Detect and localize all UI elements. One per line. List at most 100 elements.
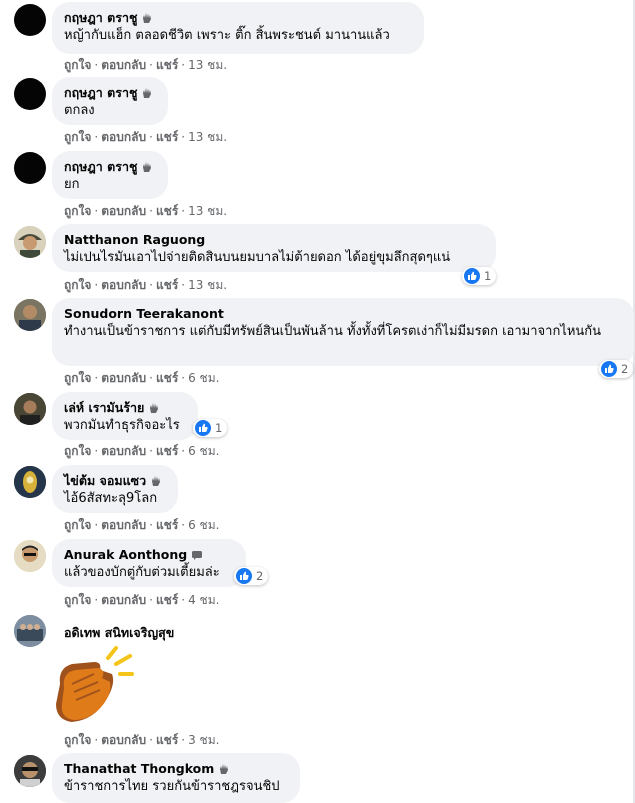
comment-time[interactable]: 6 ชม. bbox=[188, 518, 219, 532]
comment-text: ไม่เปนไรมันเอาไปจ่ายติดสินบนยมบาลไม่ต้าย… bbox=[64, 250, 451, 265]
reply-link[interactable]: ตอบกลับ bbox=[101, 518, 146, 532]
reaction-count[interactable]: 2 bbox=[599, 360, 634, 378]
avatar[interactable] bbox=[14, 540, 46, 572]
like-link[interactable]: ถูกใจ bbox=[64, 444, 91, 458]
avatar[interactable] bbox=[14, 299, 46, 331]
avatar[interactable] bbox=[14, 4, 46, 36]
avatar-image bbox=[14, 226, 46, 258]
clapping-hands-sticker[interactable] bbox=[50, 644, 134, 726]
comment-bubble: กฤษฎา ตราชู หญ้ากับแฮ็ก ตลอดชีวิต เพราะ … bbox=[52, 2, 424, 54]
commenter-name[interactable]: กฤษฎา ตราชู bbox=[64, 158, 137, 175]
share-link[interactable]: แชร์ bbox=[156, 733, 178, 747]
comment-text: หญ้ากับแฮ็ก ตลอดชีวิต เพราะ ติ๊ก สิ้นพระ… bbox=[64, 28, 390, 43]
comment-bubble: ไข่ต้ม จอมแซว ไอ้6สัสทะลุ9โลก bbox=[52, 465, 178, 513]
comment-bubble: Natthanon Raguong ไม่เปนไรมันเอาไปจ่ายติ… bbox=[52, 224, 496, 272]
comment-text: ข้าราชการไทย รวยกันข้าราชฎรจนชิป bbox=[64, 779, 280, 794]
reply-link[interactable]: ตอบกลับ bbox=[101, 58, 146, 72]
comment-bubble: เล่ห์ เรามันร้าย พวกมันทำธุรกิจอะไร bbox=[52, 392, 198, 440]
comment-time[interactable]: 4 ชม. bbox=[188, 593, 219, 607]
comment-text: ตกลง bbox=[64, 103, 95, 118]
comment-text: พวกมันทำธุรกิจอะไร bbox=[64, 418, 180, 433]
like-icon bbox=[195, 420, 211, 436]
comment-actions: ถูกใจ · ตอบกลับ · แชร์ · 6 ชม. bbox=[64, 518, 220, 532]
reaction-count[interactable]: 1 bbox=[193, 419, 228, 437]
comment-actions: ถูกใจ · ตอบกลับ · แชร์ · 6 ชม. bbox=[64, 444, 220, 458]
comment-bubble: กฤษฎา ตราชู ยก bbox=[52, 151, 168, 199]
comment-actions: ถูกใจ · ตอบกลับ · แชร์ · 13 ชม. bbox=[64, 204, 228, 218]
comment-text: แล้วของบักตู่กับต่วมเตี้ยมล่ะ bbox=[64, 565, 220, 580]
commenter-name[interactable]: กฤษฎา ตราชู bbox=[64, 9, 137, 26]
commenter-name[interactable]: Anurak Aonthong bbox=[64, 546, 187, 563]
avatar[interactable] bbox=[14, 466, 46, 498]
commenter-name[interactable]: Sonudorn Teerakanont bbox=[64, 305, 224, 322]
commenter-name[interactable]: Natthanon Raguong bbox=[64, 231, 205, 248]
avatar-image bbox=[14, 540, 46, 572]
waving-hand-icon bbox=[143, 161, 152, 172]
share-link[interactable]: แชร์ bbox=[156, 518, 178, 532]
avatar[interactable] bbox=[14, 393, 46, 425]
share-link[interactable]: แชร์ bbox=[156, 204, 178, 218]
avatar[interactable] bbox=[14, 226, 46, 258]
share-link[interactable]: แชร์ bbox=[156, 593, 178, 607]
reply-link[interactable]: ตอบกลับ bbox=[101, 371, 146, 385]
commenter-name[interactable]: อดิเทพ สนิทเจริญสุข bbox=[64, 624, 174, 641]
comment-text: ยก bbox=[64, 177, 80, 192]
like-link[interactable]: ถูกใจ bbox=[64, 204, 91, 218]
avatar-image bbox=[14, 615, 46, 647]
reply-link[interactable]: ตอบกลับ bbox=[101, 130, 146, 144]
like-link[interactable]: ถูกใจ bbox=[64, 371, 91, 385]
waving-hand-icon bbox=[152, 475, 161, 486]
commenter-name[interactable]: เล่ห์ เรามันร้าย bbox=[64, 399, 144, 416]
avatar-image bbox=[14, 466, 46, 498]
comment-time[interactable]: 6 ชม. bbox=[188, 371, 219, 385]
comment-actions: ถูกใจ · ตอบกลับ · แชร์ · 6 ชม. bbox=[64, 371, 220, 385]
reply-link[interactable]: ตอบกลับ bbox=[101, 444, 146, 458]
like-link[interactable]: ถูกใจ bbox=[64, 130, 91, 144]
comment-bubble: กฤษฎา ตราชู ตกลง bbox=[52, 77, 168, 125]
commenter-name[interactable]: ไข่ต้ม จอมแซว bbox=[64, 472, 146, 489]
avatar-image bbox=[14, 755, 46, 787]
like-icon bbox=[236, 568, 252, 584]
comment-bubble: Anurak Aonthong แล้วของบักตู่กับต่วมเตี้… bbox=[52, 539, 246, 587]
waving-hand-icon bbox=[143, 12, 152, 23]
comment-time[interactable]: 3 ชม. bbox=[188, 733, 219, 747]
comment-time[interactable]: 13 ชม. bbox=[188, 58, 227, 72]
comment-actions: ถูกใจ · ตอบกลับ · แชร์ · 13 ชม. bbox=[64, 130, 228, 144]
share-link[interactable]: แชร์ bbox=[156, 371, 178, 385]
commenter-name[interactable]: Thanathat Thongkom bbox=[64, 760, 214, 777]
like-link[interactable]: ถูกใจ bbox=[64, 593, 91, 607]
chat-badge-icon bbox=[192, 550, 203, 560]
reaction-count[interactable]: 1 bbox=[462, 267, 497, 285]
reply-link[interactable]: ตอบกลับ bbox=[101, 204, 146, 218]
like-link[interactable]: ถูกใจ bbox=[64, 733, 91, 747]
waving-hand-icon bbox=[143, 87, 152, 98]
comment-time[interactable]: 6 ชม. bbox=[188, 444, 219, 458]
comment-time[interactable]: 13 ชม. bbox=[188, 204, 227, 218]
share-link[interactable]: แชร์ bbox=[156, 130, 178, 144]
share-link[interactable]: แชร์ bbox=[156, 58, 178, 72]
avatar[interactable] bbox=[14, 152, 46, 184]
share-link[interactable]: แชร์ bbox=[156, 278, 178, 292]
avatar[interactable] bbox=[14, 755, 46, 787]
reply-link[interactable]: ตอบกลับ bbox=[101, 733, 146, 747]
share-link[interactable]: แชร์ bbox=[156, 444, 178, 458]
comment-text: ทำงานเป็นข้าราชการ แต่กับมีทรัพย์สินเป็น… bbox=[64, 324, 602, 339]
reply-link[interactable]: ตอบกลับ bbox=[101, 593, 146, 607]
comment-bubble: Thanathat Thongkom ข้าราชการไทย รวยกันข้… bbox=[52, 753, 300, 803]
reaction-count[interactable]: 2 bbox=[234, 567, 269, 585]
commenter-name[interactable]: กฤษฎา ตราชู bbox=[64, 84, 137, 101]
avatar-image bbox=[14, 393, 46, 425]
avatar[interactable] bbox=[14, 615, 46, 647]
comment-actions: ถูกใจ · ตอบกลับ · แชร์ · 3 ชม. bbox=[64, 733, 220, 747]
avatar-image bbox=[14, 299, 46, 331]
reply-link[interactable]: ตอบกลับ bbox=[101, 278, 146, 292]
comment-time[interactable]: 13 ชม. bbox=[188, 278, 227, 292]
comment-time[interactable]: 13 ชม. bbox=[188, 130, 227, 144]
comment-bubble: Sonudorn Teerakanont ทำงานเป็นข้าราชการ … bbox=[52, 298, 634, 366]
like-link[interactable]: ถูกใจ bbox=[64, 58, 91, 72]
like-link[interactable]: ถูกใจ bbox=[64, 278, 91, 292]
comment-actions: ถูกใจ · ตอบกลับ · แชร์ · 13 ชม. bbox=[64, 278, 228, 292]
like-link[interactable]: ถูกใจ bbox=[64, 518, 91, 532]
avatar[interactable] bbox=[14, 78, 46, 110]
waving-hand-icon bbox=[220, 763, 229, 774]
